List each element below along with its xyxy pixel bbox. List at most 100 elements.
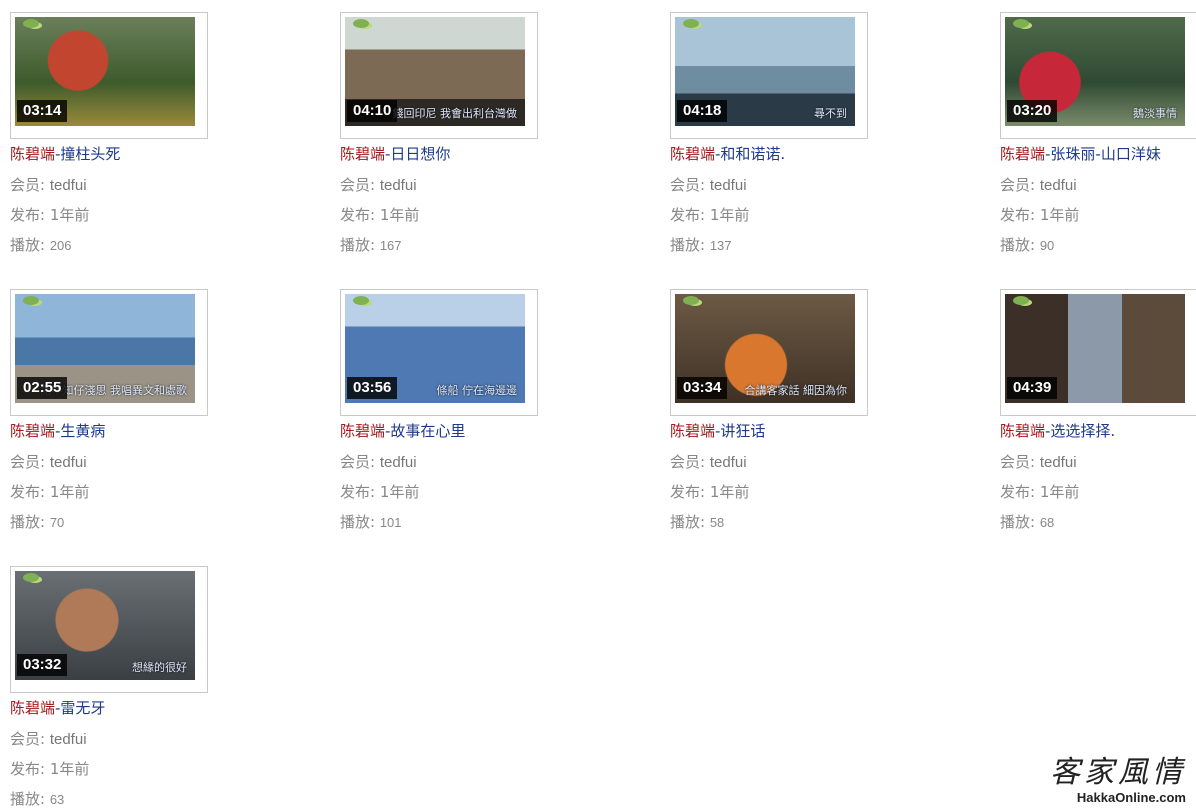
- artist-link[interactable]: 陈碧端: [1000, 145, 1045, 163]
- artist-link[interactable]: 陈碧端: [340, 145, 385, 163]
- video-published: 发布: 1年前: [670, 204, 749, 225]
- plays-count: 167: [379, 238, 402, 253]
- video-published: 发布: 1年前: [10, 204, 89, 225]
- member-link[interactable]: tedfui: [50, 177, 87, 194]
- video-thumbnail[interactable]: 錢回印尼 我會出利台灣做 04:10: [345, 17, 525, 126]
- video-thumbnail-link[interactable]: 03:14: [10, 12, 208, 139]
- published-value: 1年前: [1039, 483, 1080, 501]
- member-link[interactable]: tedfui: [1040, 177, 1077, 194]
- member-label: 会员:: [670, 453, 710, 471]
- video-plays: 播放: 63: [10, 788, 64, 809]
- video-thumbnail[interactable]: 話不知仔淺思 我唱異文和處歌 02:55: [15, 294, 195, 403]
- video-published: 发布: 1年前: [340, 204, 419, 225]
- video-title-link[interactable]: 陈碧端-和和诺诺.: [670, 143, 785, 164]
- member-link[interactable]: tedfui: [1040, 454, 1077, 471]
- song-title-link[interactable]: -张珠丽-山口洋妹: [1045, 145, 1161, 163]
- video-title-link[interactable]: 陈碧端-生黄病: [10, 420, 105, 441]
- video-thumbnail-link[interactable]: 鵝淡事情 03:20: [1000, 12, 1196, 139]
- video-member: 会员: tedfui: [1000, 174, 1077, 195]
- thumbnail-subtitle: 合講客家話 細因為你: [744, 384, 848, 397]
- member-link[interactable]: tedfui: [50, 731, 87, 748]
- plays-label: 播放:: [340, 236, 380, 254]
- artist-link[interactable]: 陈碧端: [10, 145, 55, 163]
- video-member: 会员: tedfui: [670, 451, 747, 472]
- song-title-link[interactable]: -和和诺诺.: [715, 145, 785, 163]
- leaf-logo-icon: [683, 19, 699, 28]
- member-link[interactable]: tedfui: [380, 177, 417, 194]
- video-thumbnail[interactable]: 鵝淡事情 03:20: [1005, 17, 1185, 126]
- video-thumbnail-link[interactable]: 話不知仔淺思 我唱異文和處歌 02:55: [10, 289, 208, 416]
- video-member: 会员: tedfui: [670, 174, 747, 195]
- video-title-link[interactable]: 陈碧端-选选择择.: [1000, 420, 1115, 441]
- video-title-link[interactable]: 陈碧端-张珠丽-山口洋妹: [1000, 143, 1161, 164]
- member-label: 会员:: [10, 730, 50, 748]
- video-title-link[interactable]: 陈碧端-撞柱头死: [10, 143, 120, 164]
- artist-link[interactable]: 陈碧端: [340, 422, 385, 440]
- plays-label: 播放:: [10, 236, 50, 254]
- member-label: 会员:: [10, 176, 50, 194]
- video-duration: 03:32: [17, 654, 68, 676]
- video-title-link[interactable]: 陈碧端-故事在心里: [340, 420, 465, 441]
- published-label: 发布:: [10, 760, 50, 778]
- video-thumbnail[interactable]: 尋不到 04:18: [675, 17, 855, 126]
- member-link[interactable]: tedfui: [710, 454, 747, 471]
- leaf-logo-icon: [353, 19, 369, 28]
- video-thumbnail[interactable]: 合講客家話 細因為你 03:34: [675, 294, 855, 403]
- video-plays: 播放: 68: [1000, 511, 1054, 532]
- song-title-link[interactable]: -日日想你: [385, 145, 450, 163]
- published-label: 发布:: [1000, 483, 1040, 501]
- artist-link[interactable]: 陈碧端: [10, 422, 55, 440]
- plays-label: 播放:: [10, 790, 50, 808]
- published-label: 发布:: [670, 206, 710, 224]
- video-published: 发布: 1年前: [1000, 204, 1079, 225]
- plays-label: 播放:: [670, 513, 710, 531]
- song-title-link[interactable]: -故事在心里: [385, 422, 465, 440]
- video-plays: 播放: 206: [10, 234, 72, 255]
- leaf-logo-icon: [23, 19, 39, 28]
- song-title-link[interactable]: -撞柱头死: [55, 145, 120, 163]
- member-label: 会员:: [340, 453, 380, 471]
- artist-link[interactable]: 陈碧端: [10, 699, 55, 717]
- published-value: 1年前: [379, 483, 420, 501]
- video-member: 会员: tedfui: [10, 451, 87, 472]
- video-thumbnail-link[interactable]: 錢回印尼 我會出利台灣做 04:10: [340, 12, 538, 139]
- video-thumbnail-link[interactable]: 04:39: [1000, 289, 1196, 416]
- leaf-logo-icon: [683, 296, 699, 305]
- video-thumbnail-link[interactable]: 條船 佇在海邊邊 03:56: [340, 289, 538, 416]
- published-value: 1年前: [709, 206, 750, 224]
- video-thumbnail[interactable]: 想緣的很好 03:32: [15, 571, 195, 680]
- leaf-logo-icon: [1013, 296, 1029, 305]
- video-thumbnail[interactable]: 04:39: [1005, 294, 1185, 403]
- video-title-link[interactable]: 陈碧端-雷无牙: [10, 697, 105, 718]
- published-label: 发布:: [10, 483, 50, 501]
- artist-link[interactable]: 陈碧端: [670, 145, 715, 163]
- video-title-link[interactable]: 陈碧端-日日想你: [340, 143, 450, 164]
- published-label: 发布:: [340, 483, 380, 501]
- published-label: 发布:: [10, 206, 50, 224]
- artist-link[interactable]: 陈碧端: [670, 422, 715, 440]
- published-label: 发布:: [670, 483, 710, 501]
- member-link[interactable]: tedfui: [50, 454, 87, 471]
- video-member: 会员: tedfui: [340, 451, 417, 472]
- published-value: 1年前: [49, 760, 90, 778]
- plays-label: 播放:: [670, 236, 710, 254]
- song-title-link[interactable]: -选选择择.: [1045, 422, 1115, 440]
- video-title-link[interactable]: 陈碧端-讲狂话: [670, 420, 765, 441]
- member-link[interactable]: tedfui: [710, 177, 747, 194]
- video-thumbnail-link[interactable]: 尋不到 04:18: [670, 12, 868, 139]
- member-label: 会员:: [340, 176, 380, 194]
- artist-link[interactable]: 陈碧端: [1000, 422, 1045, 440]
- video-thumbnail[interactable]: 條船 佇在海邊邊 03:56: [345, 294, 525, 403]
- video-thumbnail-link[interactable]: 想緣的很好 03:32: [10, 566, 208, 693]
- thumbnail-subtitle: 尋不到: [814, 107, 847, 120]
- song-title-link[interactable]: -讲狂话: [715, 422, 765, 440]
- song-title-link[interactable]: -雷无牙: [55, 699, 105, 717]
- song-title-link[interactable]: -生黄病: [55, 422, 105, 440]
- member-link[interactable]: tedfui: [380, 454, 417, 471]
- video-thumbnail-link[interactable]: 合講客家話 細因為你 03:34: [670, 289, 868, 416]
- video-thumbnail[interactable]: 03:14: [15, 17, 195, 126]
- published-value: 1年前: [709, 483, 750, 501]
- video-plays: 播放: 70: [10, 511, 64, 532]
- thumbnail-subtitle: 想緣的很好: [132, 661, 187, 674]
- video-plays: 播放: 167: [340, 234, 402, 255]
